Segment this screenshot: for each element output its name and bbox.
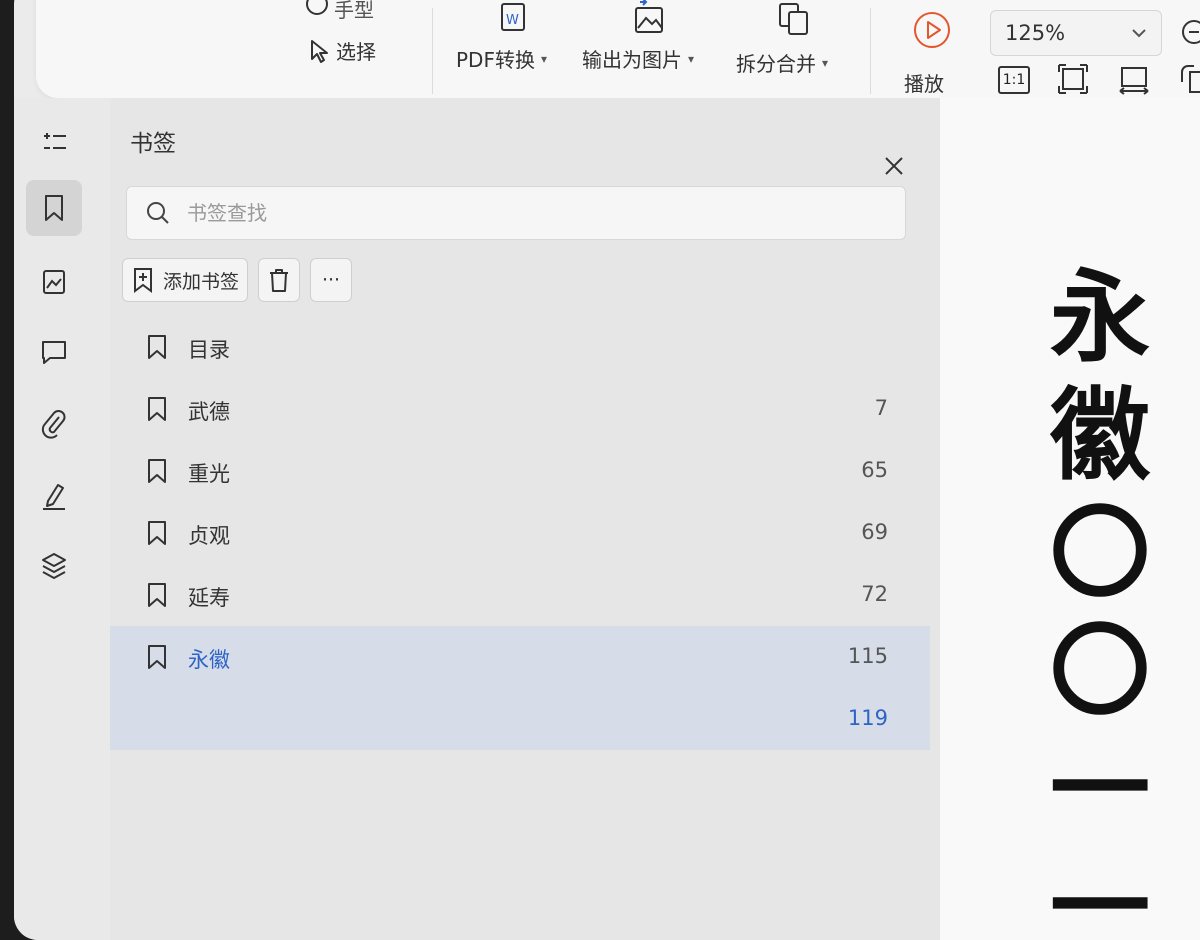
comment-icon xyxy=(42,341,66,364)
pdf-convert-button[interactable]: PDF转换 ▾ xyxy=(456,44,547,73)
export-image-button[interactable]: 输出为图片 ▾ xyxy=(582,44,694,73)
thumbnail-icon xyxy=(43,270,65,294)
bookmark-page: 72 xyxy=(861,582,888,606)
chevron-down-icon: ▾ xyxy=(688,51,695,66)
sidebar-item-outline[interactable] xyxy=(26,114,82,170)
sidebar-item-thumbnails[interactable] xyxy=(26,254,82,310)
add-bookmark-label: 添加书签 xyxy=(163,270,240,293)
search-icon xyxy=(147,202,169,224)
close-icon xyxy=(885,157,903,175)
chevron-down-icon: ▾ xyxy=(822,55,829,70)
document-vertical-text: 永 徽 〇 〇 一 一 xyxy=(1040,258,1160,940)
hand-tool-button[interactable]: 手型 xyxy=(304,0,374,23)
close-panel-button[interactable] xyxy=(876,148,912,184)
fit-width-icon[interactable] xyxy=(1116,62,1152,96)
sidebar-item-layers[interactable] xyxy=(26,538,82,594)
zoom-out-icon[interactable] xyxy=(1180,18,1200,52)
sidebar-item-attachments[interactable] xyxy=(26,396,82,452)
pen-icon xyxy=(43,484,65,510)
bookmark-page: 119 xyxy=(847,706,888,730)
split-merge-button[interactable]: 拆分合并 ▾ xyxy=(736,48,828,77)
document-char: 永 xyxy=(1050,258,1150,376)
bookmark-item[interactable]: 延寿 72 xyxy=(110,564,930,626)
play-icon[interactable] xyxy=(912,10,952,50)
add-bookmark-icon xyxy=(134,268,152,293)
bookmark-icon xyxy=(148,459,166,483)
bookmark-label: 永徽 xyxy=(188,648,230,672)
bookmark-icon xyxy=(148,645,166,669)
bookmark-page: 69 xyxy=(861,520,888,544)
layers-icon xyxy=(42,553,66,579)
export-image-icon xyxy=(635,0,663,33)
export-image-label: 输出为图片 xyxy=(582,48,682,72)
bookmark-item[interactable]: 贞观 69 xyxy=(110,502,930,564)
hand-tool-label: 手型 xyxy=(334,0,374,22)
bookmark-icon xyxy=(148,335,166,359)
bookmark-list: 目录 武德 7 重光 65 贞观 69 延寿 72 永徽 115 119 xyxy=(110,316,930,750)
bookmark-page: 65 xyxy=(861,458,888,482)
bookmark-page: 115 xyxy=(847,644,888,668)
sidebar-item-signature[interactable] xyxy=(26,468,82,524)
panel-title: 书签 xyxy=(130,131,176,157)
bookmark-item[interactable]: 武德 7 xyxy=(110,378,930,440)
pdf-convert-label: PDF转换 xyxy=(456,48,535,72)
zoom-select[interactable]: 125% xyxy=(990,10,1162,56)
bookmark-item[interactable]: 目录 xyxy=(110,316,930,378)
split-merge-label: 拆分合并 xyxy=(736,52,816,76)
bookmark-icon xyxy=(148,583,166,607)
cursor-icon xyxy=(311,39,328,63)
trash-icon xyxy=(270,269,289,292)
split-merge-icon xyxy=(779,3,808,35)
hand-icon xyxy=(306,0,328,15)
add-bookmark-button[interactable]: 添加书签 xyxy=(122,258,249,302)
sidebar-rail xyxy=(14,98,110,940)
document-char: 〇 xyxy=(1050,494,1150,612)
chevron-down-icon: ▾ xyxy=(540,51,547,66)
document-char: 一 xyxy=(1050,848,1150,940)
actual-size-label: 1:1 xyxy=(1002,72,1026,88)
select-tool-label: 选择 xyxy=(336,40,376,64)
toolbar-divider xyxy=(432,8,433,94)
play-label: 播放 xyxy=(904,72,944,96)
paperclip-icon xyxy=(41,410,66,439)
document-page: 永 徽 〇 〇 一 一 xyxy=(940,98,1200,940)
toolbar: 手型 选择 W PDF转换 ▾ 输出为图片 ▾ 拆分合并 ▾ 播放 125% 1… xyxy=(36,0,1200,98)
bookmark-search-field[interactable] xyxy=(126,186,906,240)
sidebar-item-bookmarks[interactable] xyxy=(26,180,82,236)
rotate-icon[interactable] xyxy=(1176,62,1200,96)
svg-text:W: W xyxy=(506,13,519,28)
chevron-down-icon xyxy=(1132,29,1146,38)
zoom-value: 125% xyxy=(1005,21,1066,45)
sidebar-item-comments[interactable] xyxy=(26,324,82,380)
bookmark-item-selected[interactable]: 119 xyxy=(110,688,930,750)
actual-size-button[interactable]: 1:1 xyxy=(998,66,1030,94)
bookmark-page: 7 xyxy=(874,396,888,420)
more-icon: ··· xyxy=(321,269,341,291)
document-char: 徽 xyxy=(1050,376,1150,494)
bookmark-actions: 添加书签 ··· xyxy=(122,258,353,302)
select-tool-button[interactable]: 选择 xyxy=(308,36,376,65)
toolbar-divider xyxy=(870,8,871,94)
bookmark-icon xyxy=(148,521,166,545)
bookmark-item-selected[interactable]: 永徽 115 xyxy=(110,626,930,688)
more-options-button[interactable]: ··· xyxy=(310,258,353,302)
fit-page-icon[interactable] xyxy=(1056,62,1090,96)
app-window: 手型 选择 W PDF转换 ▾ 输出为图片 ▾ 拆分合并 ▾ 播放 125% 1… xyxy=(14,0,1200,940)
play-button[interactable]: 播放 xyxy=(904,68,944,97)
document-char: 〇 xyxy=(1050,612,1150,730)
bookmark-label: 武德 xyxy=(188,400,230,424)
delete-bookmark-button[interactable] xyxy=(258,258,301,302)
outline-icon xyxy=(44,133,66,149)
pdf-to-word-icon: W xyxy=(501,3,525,31)
bookmark-icon xyxy=(148,397,166,421)
document-char: 一 xyxy=(1050,730,1150,848)
bookmark-label: 目录 xyxy=(188,338,230,362)
bookmark-item[interactable]: 重光 65 xyxy=(110,440,930,502)
bookmark-search-input[interactable] xyxy=(185,200,789,226)
bookmark-icon xyxy=(45,195,63,221)
bookmark-label: 贞观 xyxy=(188,524,230,548)
bookmark-panel: 书签 添加书签 ··· 目录 xyxy=(110,98,940,940)
bookmark-label: 延寿 xyxy=(188,586,230,610)
bookmark-label: 重光 xyxy=(188,462,230,486)
